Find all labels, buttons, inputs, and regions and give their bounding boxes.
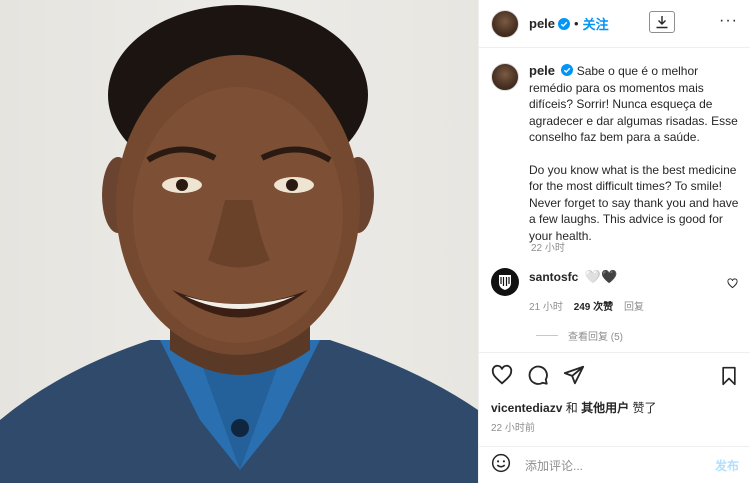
view-replies-button[interactable]: 查看回复 (5) [536, 328, 623, 343]
comment-row: santosfc 🤍🖤 21 小时 249 次赞 回复 [491, 268, 741, 313]
post-time[interactable]: 22 小时前 [491, 419, 535, 434]
more-options-button[interactable]: ··· [719, 12, 738, 30]
post-panel: pele • 关注 ··· pele Sabe o que é o melhor… [478, 0, 750, 483]
replies-divider [536, 335, 558, 336]
comment-like-button[interactable] [727, 278, 738, 292]
save-button[interactable] [719, 366, 739, 391]
comment-bubble-icon [528, 365, 548, 385]
view-replies-label: 查看回复 (5) [568, 332, 623, 343]
liker-username[interactable]: vicentediazv [491, 401, 562, 415]
share-button[interactable] [563, 364, 585, 386]
comment-button[interactable] [527, 364, 549, 386]
likes-summary: vicentediazv 和 其他用户 赞了 [491, 399, 656, 416]
santos-crest-icon [499, 275, 511, 290]
follow-button[interactable]: 关注 [583, 14, 609, 33]
comment-text: 🤍🖤 [584, 269, 618, 284]
caption-time[interactable]: 22 小时 [531, 239, 565, 254]
header-username[interactable]: pele [529, 16, 555, 31]
paper-plane-icon [563, 365, 585, 385]
comment-time[interactable]: 21 小时 [529, 302, 563, 313]
add-comment-bar: 添加评论... 发布 [479, 446, 750, 483]
bookmark-icon [722, 366, 736, 386]
caption-text-en: Do you know what is the best medicine fo… [529, 162, 739, 243]
download-button[interactable] [649, 11, 675, 33]
post-photo[interactable] [0, 0, 478, 483]
caption-avatar[interactable] [491, 63, 519, 91]
action-bar [479, 352, 750, 397]
post-comment-button[interactable]: 发布 [715, 457, 739, 474]
download-icon [656, 16, 668, 29]
caption-username[interactable]: pele [529, 63, 555, 78]
post-header: pele • 关注 ··· [479, 0, 750, 48]
heart-icon [491, 364, 513, 385]
comment-avatar[interactable] [491, 268, 519, 296]
caption: pele Sabe o que é o melhor remédio para … [491, 63, 741, 244]
caption-text-pt: Sabe o que é o melhor remédio para os mo… [529, 64, 738, 144]
reply-button[interactable]: 回复 [624, 302, 644, 313]
emoji-icon [491, 453, 511, 472]
avatar[interactable] [491, 9, 519, 38]
comment-likes[interactable]: 249 次赞 [574, 302, 613, 313]
portrait-image [0, 5, 478, 483]
verified-badge-icon [558, 17, 571, 30]
heart-icon [727, 278, 738, 289]
verified-badge-icon [561, 64, 574, 76]
other-likers-button[interactable]: 其他用户 [581, 401, 629, 415]
comment-input[interactable]: 添加评论... [525, 457, 715, 474]
comment-username[interactable]: santosfc [529, 270, 578, 284]
likes-suffix: 赞了 [632, 401, 657, 415]
like-button[interactable] [491, 364, 513, 386]
header-separator: • [574, 16, 579, 31]
likes-connector: 和 [565, 401, 578, 415]
emoji-button[interactable] [491, 453, 511, 478]
